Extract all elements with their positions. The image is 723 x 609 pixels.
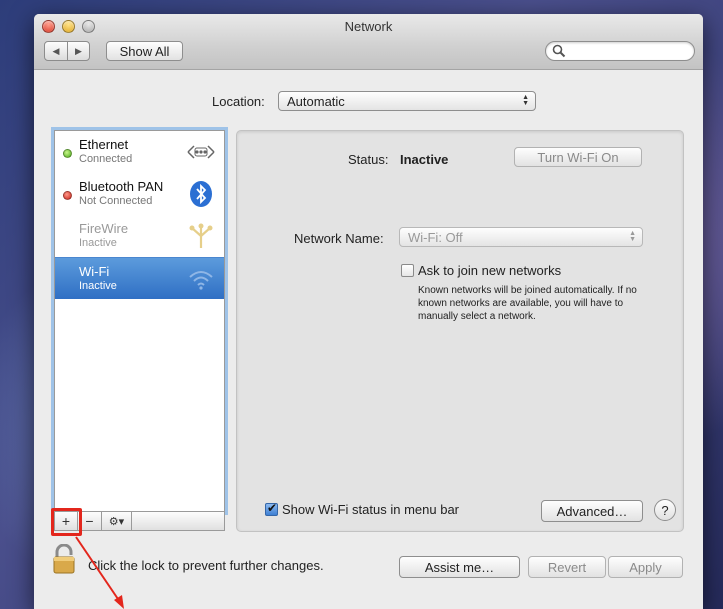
window-title: Network [344, 19, 393, 34]
assist-me-button[interactable]: Assist me… [399, 556, 520, 578]
turn-wifi-on-button[interactable]: Turn Wi-Fi On [514, 147, 642, 167]
service-item-bluetooth-pan[interactable]: Bluetooth PAN Not Connected [55, 173, 224, 215]
gear-menu-button[interactable]: ⚙▾ [102, 512, 132, 531]
show-wifi-status-label: Show Wi-Fi status in menu bar [282, 502, 460, 517]
service-item-firewire[interactable]: FireWire Inactive [55, 215, 224, 257]
title-bar[interactable]: Network ◀ ▶ Show All [34, 14, 703, 70]
apply-button[interactable]: Apply [608, 556, 683, 578]
help-button[interactable]: ? [654, 499, 676, 521]
lock-message: Click the lock to prevent further change… [88, 558, 324, 573]
search-input[interactable] [545, 41, 695, 61]
wifi-icon [189, 271, 213, 290]
service-list[interactable]: Ethernet Connected Bluetooth PAN Not Con… [54, 130, 225, 512]
advanced-button[interactable]: Advanced… [541, 500, 643, 522]
service-item-wifi[interactable]: Wi-Fi Inactive [55, 257, 224, 299]
status-label: Status: [348, 152, 389, 167]
back-arrow-icon[interactable]: ◀ [45, 42, 67, 60]
back-forward-control: ◀ ▶ [44, 41, 90, 61]
forward-arrow-icon[interactable]: ▶ [67, 42, 89, 60]
show-wifi-status-checkbox[interactable] [265, 501, 278, 516]
bluetooth-icon [190, 181, 212, 207]
show-all-button[interactable]: Show All [106, 41, 183, 61]
location-label: Location: [212, 94, 265, 109]
service-item-ethernet[interactable]: Ethernet Connected [55, 131, 224, 173]
network-name-label: Network Name: [294, 231, 384, 246]
select-arrows-icon: ▲ ▼ [629, 230, 636, 243]
network-name-select[interactable]: Wi-Fi: Off ▲ ▼ [399, 227, 643, 247]
ask-to-join-description: Known networks will be joined automatica… [418, 285, 637, 322]
status-value: Inactive [400, 152, 449, 167]
ask-to-join-label: Ask to join new networks [418, 263, 562, 278]
add-button-highlight [51, 508, 82, 536]
network-preferences-window: Network ◀ ▶ Show All Location: Automatic… [34, 14, 703, 609]
status-dot-green [63, 149, 72, 158]
firewire-icon [189, 223, 213, 248]
network-name-value: Wi-Fi: Off [408, 229, 463, 245]
ask-to-join-checkbox[interactable] [401, 264, 414, 277]
select-arrows-icon: ▲ ▼ [522, 94, 529, 107]
toolbar-spacer [132, 512, 225, 531]
ethernet-icon [187, 145, 215, 159]
lock-icon[interactable] [52, 544, 76, 574]
status-dot-red [63, 191, 72, 200]
location-value: Automatic [287, 93, 345, 109]
revert-button[interactable]: Revert [528, 556, 606, 578]
wifi-detail-panel: Status: Inactive Turn Wi-Fi On Network N… [236, 130, 684, 532]
search-icon [552, 44, 566, 58]
location-select[interactable]: Automatic ▲ ▼ [278, 91, 536, 111]
